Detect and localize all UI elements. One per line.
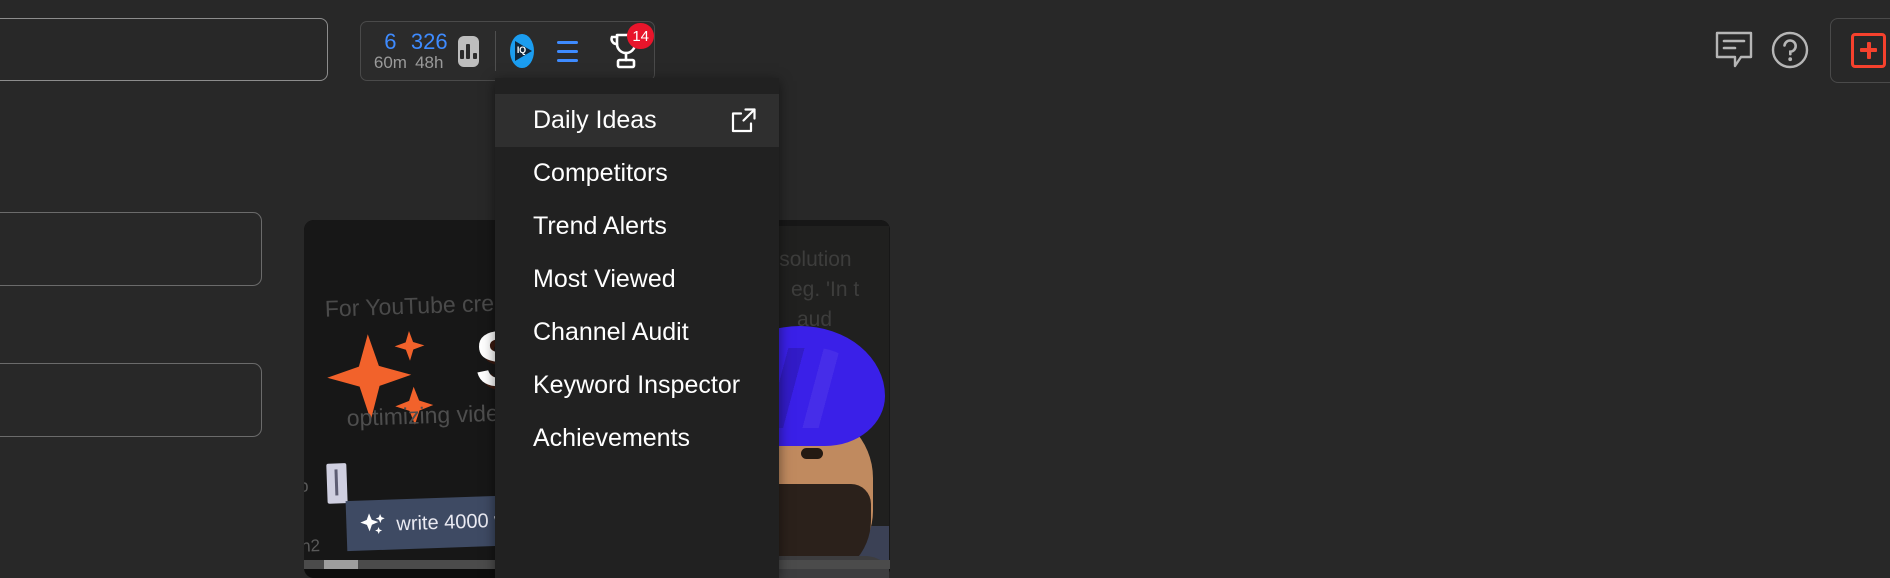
text-caret xyxy=(326,463,348,504)
stat-views-48h: 326 48h xyxy=(410,30,449,72)
search-box[interactable] xyxy=(0,18,328,81)
trophy-button[interactable]: 14 xyxy=(608,23,654,71)
stat-period: 48h xyxy=(415,52,444,72)
toolbar-divider xyxy=(495,31,496,71)
scrollbar-thumb[interactable] xyxy=(324,560,358,569)
vidiq-dropdown-menu: Daily Ideas Competitors Trend Alerts Mos… xyxy=(495,78,779,578)
help-circle-icon xyxy=(1771,31,1809,69)
trophy-badge-count: 14 xyxy=(627,23,654,49)
search-input[interactable] xyxy=(0,19,327,80)
sparkle-small-icon xyxy=(360,513,385,535)
bar-chart-icon[interactable] xyxy=(457,35,480,67)
menu-item-label: Keyword Inspector xyxy=(533,371,741,399)
menu-item-label: Trend Alerts xyxy=(533,212,667,240)
menu-item-label: Daily Ideas xyxy=(533,106,657,134)
editor-tag-p: p xyxy=(304,476,309,496)
menu-item-label: Competitors xyxy=(533,159,668,187)
external-link-icon xyxy=(731,108,756,133)
editor-tag-h2: h2 xyxy=(304,536,321,556)
comment-icon xyxy=(1715,31,1753,68)
menu-item-daily-ideas[interactable]: Daily Ideas xyxy=(495,94,779,147)
person-text1: be the solution xyxy=(775,248,852,271)
create-plus-icon xyxy=(1851,32,1886,68)
top-bar: 6 60m 326 48h IQ 14 xyxy=(0,0,1890,96)
hamburger-menu-icon[interactable] xyxy=(556,40,578,62)
person-eye-right xyxy=(801,448,823,459)
create-button[interactable] xyxy=(1830,17,1890,83)
comment-button[interactable] xyxy=(1706,22,1762,78)
menu-item-channel-audit[interactable]: Channel Audit xyxy=(495,306,779,359)
menu-item-label: Channel Audit xyxy=(533,318,689,346)
stats-panel: 6 60m 326 48h IQ 14 xyxy=(360,21,655,81)
main-content: E For YouTube creators st SURF optimizin… xyxy=(0,96,1890,578)
bar-3 xyxy=(472,52,477,59)
menu-item-competitors[interactable]: Competitors xyxy=(495,147,779,200)
app-root: 6 60m 326 48h IQ 14 For YouTube creators… xyxy=(0,0,1890,578)
menu-item-label: Most Viewed xyxy=(533,265,676,293)
menu-item-achievements[interactable]: Achievements xyxy=(495,412,779,465)
hamburger-line xyxy=(556,40,578,44)
stat-value: 6 xyxy=(384,28,397,54)
menu-item-label: Achievements xyxy=(533,424,691,452)
person-text2: eg. 'In t xyxy=(791,278,860,301)
menu-item-keyword-inspector[interactable]: Keyword Inspector xyxy=(495,359,779,412)
vidiq-logo-label: IQ xyxy=(516,45,526,55)
menu-item-trend-alerts[interactable]: Trend Alerts xyxy=(495,200,779,253)
hamburger-line xyxy=(556,58,578,62)
thumbnail-person: be the solution eg. 'In t aud xyxy=(775,226,889,578)
bar-1 xyxy=(459,49,464,59)
bar-2 xyxy=(466,43,471,59)
left-card-top[interactable] xyxy=(0,212,262,286)
vidiq-logo-icon[interactable]: IQ xyxy=(509,34,534,68)
stat-value: 326 xyxy=(410,28,448,54)
stat-videos-60m: 6 60m xyxy=(371,30,410,72)
stat-period: 60m xyxy=(373,52,407,72)
left-card-bottom[interactable] xyxy=(0,363,262,437)
menu-item-most-viewed[interactable]: Most Viewed xyxy=(495,253,779,306)
help-button[interactable] xyxy=(1762,22,1818,78)
top-bar-right-icons xyxy=(1706,17,1890,83)
hamburger-line xyxy=(556,49,578,53)
